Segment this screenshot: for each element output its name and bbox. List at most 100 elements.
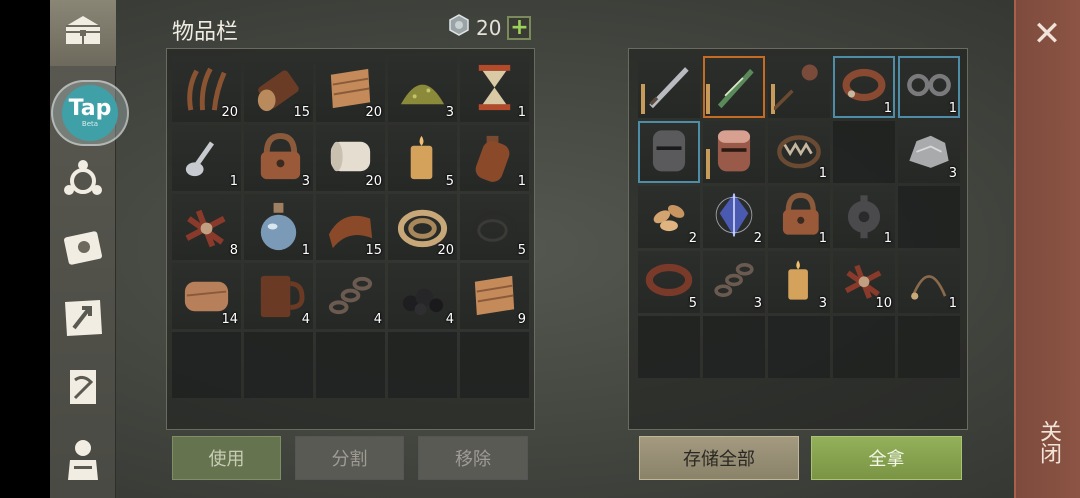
storage-slot[interactable]: 1 [898, 251, 960, 313]
storage-slot[interactable] [768, 316, 830, 378]
close-icon[interactable]: ✕ [1018, 14, 1076, 54]
sidebar-tab-character[interactable] [50, 428, 116, 494]
item-count: 1 [948, 296, 957, 311]
storage-slot[interactable] [638, 56, 700, 118]
inventory-slot[interactable]: 4 [244, 263, 313, 329]
remove-button[interactable]: 移除 [418, 436, 528, 480]
inventory-slot[interactable]: 5 [460, 194, 529, 260]
take-all-button[interactable]: 全拿 [811, 436, 962, 480]
storage-slot[interactable]: 3 [768, 251, 830, 313]
sidebar-tab-quests[interactable] [50, 356, 116, 422]
item-count: 1 [818, 166, 827, 181]
item-count: 15 [365, 243, 382, 258]
sidebar-tab-map[interactable] [50, 286, 116, 352]
item-count: 5 [517, 243, 526, 258]
storage-grid: 1 1 1 3 2 2 1 1 5 3 3 10 1 [638, 56, 960, 378]
storage-slot[interactable]: 1 [833, 186, 895, 248]
sidebar-tab-journal[interactable] [50, 216, 116, 282]
storage-slot[interactable] [703, 56, 765, 118]
inventory-slot[interactable]: 5 [388, 125, 457, 191]
use-button[interactable]: 使用 [172, 436, 281, 480]
inventory-slot[interactable]: 20 [172, 56, 241, 122]
item-count: 1 [883, 101, 892, 116]
inventory-slot[interactable]: 20 [316, 56, 385, 122]
inventory-slot[interactable]: 4 [316, 263, 385, 329]
crafting-icon [60, 156, 106, 206]
sidebar-tab-inventory[interactable] [50, 0, 116, 66]
item-count: 3 [818, 296, 827, 311]
split-button[interactable]: 分割 [295, 436, 404, 480]
storage-slot[interactable]: 3 [898, 121, 960, 183]
item-count: 5 [688, 296, 697, 311]
inventory-slot[interactable]: 15 [244, 56, 313, 122]
item-count: 1 [517, 174, 526, 189]
storage-slot[interactable]: 10 [833, 251, 895, 313]
item-count: 1 [883, 231, 892, 246]
inventory-slot[interactable]: 1 [460, 56, 529, 122]
inventory-slot[interactable]: 15 [316, 194, 385, 260]
item-count: 20 [365, 174, 382, 189]
storage-slot[interactable]: 1 [768, 121, 830, 183]
inventory-slot[interactable]: 20 [388, 194, 457, 260]
storage-slot[interactable] [833, 121, 895, 183]
item-count: 5 [445, 174, 454, 189]
quest-scroll-icon [60, 364, 106, 414]
inventory-slot[interactable] [172, 332, 241, 398]
inventory-slot[interactable]: 1 [460, 125, 529, 191]
close-label[interactable]: 关闭 [1030, 420, 1064, 480]
journal-icon [60, 224, 106, 274]
item-count: 4 [445, 312, 454, 327]
storage-slot[interactable] [638, 121, 700, 183]
tap-badge[interactable]: Tap Beta [51, 80, 129, 146]
inventory-slot[interactable]: 3 [244, 125, 313, 191]
storage-slot[interactable] [833, 316, 895, 378]
storage-slot[interactable] [898, 186, 960, 248]
inventory-slot[interactable]: 4 [388, 263, 457, 329]
item-count: 1 [229, 174, 238, 189]
inventory-slot[interactable]: 20 [316, 125, 385, 191]
item-count: 1 [948, 101, 957, 116]
item-count: 14 [221, 312, 238, 327]
map-icon [60, 294, 106, 344]
storage-slot[interactable] [703, 121, 765, 183]
storage-slot[interactable] [768, 56, 830, 118]
item-count: 1 [517, 105, 526, 120]
storage-slot[interactable] [703, 316, 765, 378]
store-all-button[interactable]: 存储全部 [639, 436, 799, 480]
tap-badge-brand: Tap [68, 96, 112, 121]
currency-amount: 20 [476, 15, 502, 40]
item-count: 3 [301, 174, 310, 189]
item-count: 9 [517, 312, 526, 327]
inventory-slot[interactable] [388, 332, 457, 398]
inventory-slot[interactable]: 1 [244, 194, 313, 260]
storage-slot[interactable]: 2 [638, 186, 700, 248]
storage-slot[interactable] [898, 316, 960, 378]
storage-slot[interactable]: 1 [768, 186, 830, 248]
item-count: 1 [301, 243, 310, 258]
storage-slot[interactable]: 1 [898, 56, 960, 118]
item-count: 8 [229, 243, 238, 258]
currency-display: 20 + [448, 14, 532, 41]
storage-slot[interactable]: 1 [833, 56, 895, 118]
inventory-slot[interactable] [316, 332, 385, 398]
inventory-slot[interactable]: 1 [172, 125, 241, 191]
item-count: 3 [445, 105, 454, 120]
item-count: 4 [373, 312, 382, 327]
storage-slot[interactable] [638, 316, 700, 378]
inventory-slot[interactable]: 14 [172, 263, 241, 329]
inventory-slot[interactable] [244, 332, 313, 398]
inventory-slot[interactable]: 3 [388, 56, 457, 122]
storage-slot[interactable]: 3 [703, 251, 765, 313]
chest-icon [60, 8, 106, 58]
storage-slot[interactable]: 2 [703, 186, 765, 248]
gem-icon [448, 14, 470, 41]
inventory-slot[interactable]: 8 [172, 194, 241, 260]
item-count: 10 [875, 296, 892, 311]
add-currency-button[interactable]: + [507, 15, 532, 40]
item-count: 2 [753, 231, 762, 246]
inventory-slot[interactable] [460, 332, 529, 398]
storage-slot[interactable]: 5 [638, 251, 700, 313]
inventory-slot[interactable]: 9 [460, 263, 529, 329]
item-count: 20 [365, 105, 382, 120]
sidebar-tab-crafting[interactable] [50, 148, 116, 214]
